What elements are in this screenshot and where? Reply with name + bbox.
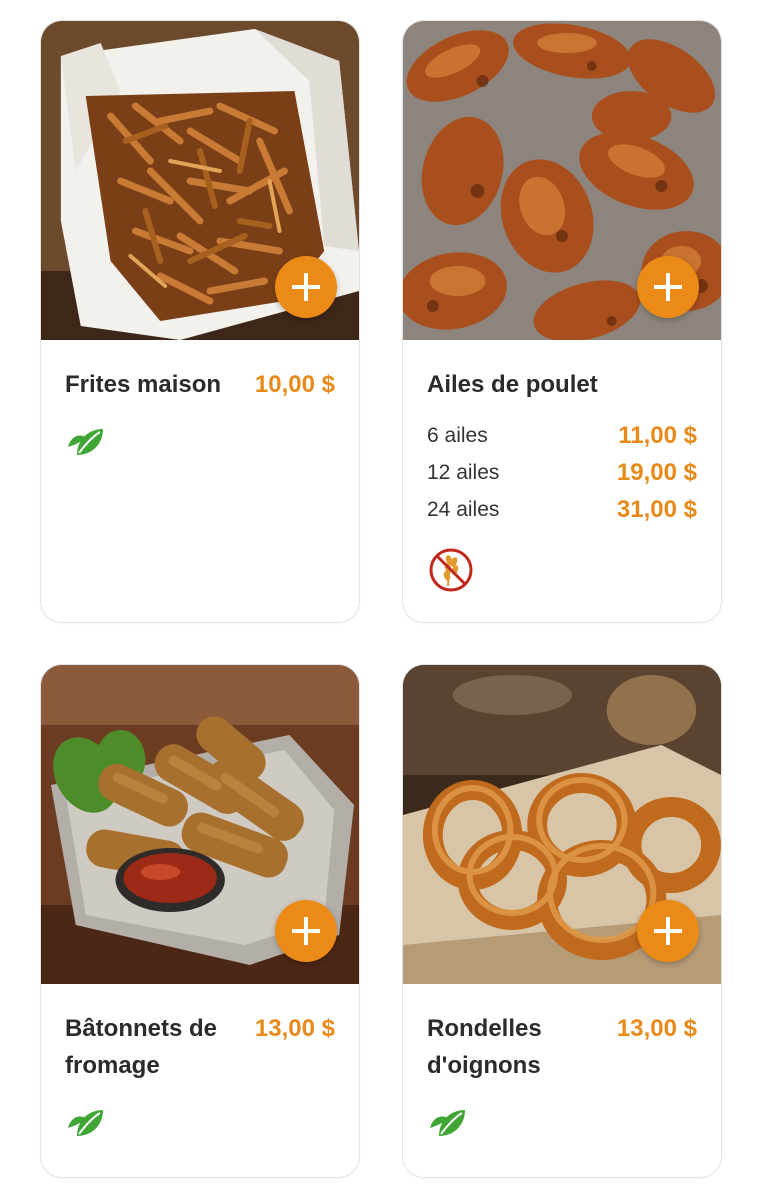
vegan-leaf-icon [65, 425, 335, 457]
item-name: Frites maison [65, 371, 222, 398]
size-price: 31,00 $ [616, 495, 697, 523]
gluten-free-icon [427, 546, 697, 594]
plus-icon [292, 273, 320, 301]
menu-item-card-batonnets[interactable]: Bâtonnets de fromage 13,00 $ [40, 664, 360, 1178]
plus-icon [654, 273, 682, 301]
vegan-leaf-icon [427, 1106, 697, 1138]
item-price: 13,00 $ [616, 1015, 697, 1042]
menu-item-card-frites[interactable]: Frites maison 10,00 $ [40, 20, 360, 623]
size-option[interactable]: 12 ailes 19,00 $ [427, 454, 697, 491]
item-name: Rondelles d'oignons [427, 1015, 542, 1079]
plus-icon [292, 917, 320, 945]
menu-item-card-rondelles[interactable]: Rondelles d'oignons 13,00 $ [402, 664, 722, 1178]
add-to-cart-button[interactable] [637, 900, 699, 962]
item-name: Ailes de poulet [427, 371, 598, 398]
size-label: 12 ailes [427, 460, 500, 484]
plus-icon [654, 917, 682, 945]
size-options: 6 ailes 11,00 $ 12 ailes 19,00 $ 24 aile… [427, 417, 697, 528]
vegan-leaf-icon [65, 1106, 335, 1138]
size-price: 11,00 $ [618, 421, 697, 449]
size-option[interactable]: 6 ailes 11,00 $ [427, 417, 697, 454]
add-to-cart-button[interactable] [637, 256, 699, 318]
size-label: 24 ailes [427, 497, 500, 521]
item-price: 10,00 $ [254, 371, 335, 398]
fries-photo [41, 21, 359, 340]
size-price: 19,00 $ [616, 458, 697, 486]
item-price: 13,00 $ [254, 1015, 335, 1042]
menu-item-card-ailes[interactable]: Ailes de poulet 6 ailes 11,00 $ 12 ailes… [402, 20, 722, 623]
add-to-cart-button[interactable] [275, 900, 337, 962]
onion-rings-photo [403, 665, 721, 984]
size-option[interactable]: 24 ailes 31,00 $ [427, 491, 697, 528]
size-label: 6 ailes [427, 423, 488, 447]
chicken-wings-photo [403, 21, 721, 340]
cheese-sticks-photo [41, 665, 359, 984]
item-name: Bâtonnets de fromage [65, 1015, 218, 1079]
add-to-cart-button[interactable] [275, 256, 337, 318]
menu-grid: Frites maison 10,00 $ Ailes de poulet 6 … [0, 0, 762, 1200]
